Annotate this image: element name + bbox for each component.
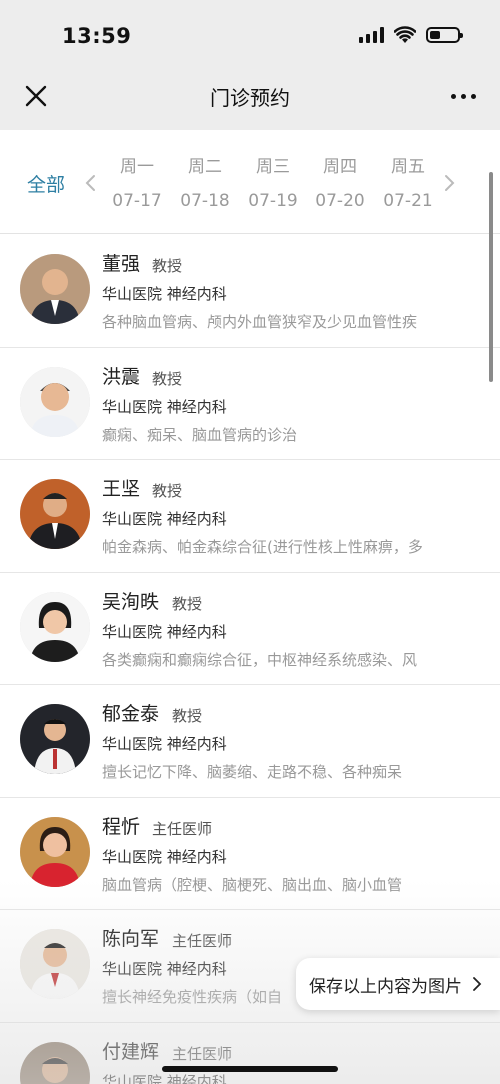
top-bar: 13:59 门诊预约 [0,0,500,130]
battery-icon [426,27,463,43]
cellular-signal-icon [359,27,384,43]
day-tab-2[interactable]: 周三 07-19 [237,152,309,211]
doctor-title: 主任医师 [172,932,233,950]
doctor-avatar [20,591,90,662]
home-indicator[interactable] [162,1066,338,1072]
doctor-row[interactable]: 付建辉 主任医师 华山医院 神经内科 [0,1023,500,1084]
doctor-hospital: 华山医院 神经内科 [102,397,227,416]
doctor-name: 程忻 [102,815,141,838]
doctor-hospital: 华山医院 神经内科 [102,735,227,753]
doctor-row[interactable]: 郁金泰 教授 华山医院 神经内科 擅长记忆下降、脑萎缩、走路不稳、各种痴呆 [0,685,500,798]
doctor-row[interactable]: 洪震 教授 华山医院 神经内科 癫痫、痴呆、脑血管病的诊治 [0,348,500,460]
doctor-hospital: 华山医院 神经内科 [102,510,227,528]
doctor-name: 付建辉 [102,1040,160,1063]
doctor-hospital: 华山医院 神经内科 [102,847,227,866]
doctor-row[interactable]: 吴洵昳 教授 华山医院 神经内科 各类癫痫和癫痫综合征，中枢神经系统感染、风 [0,573,500,685]
doctor-hospital: 华山医院 神经内科 [102,960,227,978]
doctor-row[interactable]: 王坚 教授 华山医院 神经内科 帕金森病、帕金森综合征(进行性核上性麻痹，多 [0,460,500,573]
doctor-specialty: 癫痫、痴呆、脑血管病的诊治 [102,425,298,444]
doctor-row[interactable]: 程忻 主任医师 华山医院 神经内科 脑血管病（腔梗、脑梗死、脑出血、脑小血管 [0,798,500,910]
save-as-image-label: 保存以上内容为图片 [309,976,462,997]
day-tab-3[interactable]: 周四 07-20 [304,152,376,211]
doctor-avatar [20,704,90,774]
doctor-title: 教授 [152,257,183,275]
chevron-right-icon [473,977,482,991]
scrollbar[interactable] [489,172,493,382]
doctor-name: 洪震 [102,365,141,388]
doctor-list: 董强 教授 华山医院 神经内科 各种脑血管病、颅内外血管狭窄及少见血管性疾 洪震… [0,235,500,1084]
day-tab-4[interactable]: 周五 07-21 [372,152,444,211]
date-all-tab[interactable]: 全部 [27,170,65,197]
more-options-icon[interactable] [451,94,476,99]
date-filter-bar: 全部 周一 07-17 周二 07-18 周三 07-19 周四 07-20 周… [0,130,500,234]
doctor-avatar [20,1041,90,1084]
doctor-title: 主任医师 [152,819,213,838]
doctor-title: 教授 [152,482,183,500]
doctor-title: 主任医师 [172,1044,233,1063]
doctor-title: 教授 [152,369,183,388]
chevron-left-icon[interactable] [84,174,98,192]
doctor-avatar [20,479,90,549]
doctor-name: 王坚 [102,478,141,500]
status-time: 13:59 [62,24,132,48]
doctor-title: 教授 [172,594,203,613]
doctor-avatar [20,929,90,999]
doctor-avatar [20,254,90,324]
doctor-avatar [20,366,90,437]
doctor-title: 教授 [172,707,203,725]
wifi-icon [394,26,416,43]
page-title: 门诊预约 [210,86,290,110]
save-as-image-button[interactable]: 保存以上内容为图片 [296,958,500,1010]
doctor-specialty: 各种脑血管病、颅内外血管狭窄及少见血管性疾 [102,313,418,331]
doctor-row[interactable]: 董强 教授 华山医院 神经内科 各种脑血管病、颅内外血管狭窄及少见血管性疾 [0,235,500,348]
doctor-hospital: 华山医院 神经内科 [102,285,227,303]
doctor-name: 陈向军 [102,928,160,950]
day-tab-0[interactable]: 周一 07-17 [101,152,173,211]
day-tab-1[interactable]: 周二 07-18 [169,152,241,211]
chevron-right-icon[interactable] [442,174,456,192]
doctor-specialty: 帕金森病、帕金森综合征(进行性核上性麻痹，多 [102,538,423,556]
doctor-avatar [20,816,90,887]
doctor-name: 吴洵昳 [102,590,160,613]
doctor-specialty: 各类癫痫和癫痫综合征，中枢神经系统感染、风 [102,650,418,669]
doctor-hospital: 华山医院 神经内科 [102,1072,227,1084]
doctor-specialty: 擅长记忆下降、脑萎缩、走路不稳、各种痴呆 [102,763,403,781]
status-icons [359,26,463,44]
doctor-name: 郁金泰 [102,703,160,725]
doctor-hospital: 华山医院 神经内科 [102,622,227,641]
doctor-specialty: 脑血管病（腔梗、脑梗死、脑出血、脑小血管 [102,875,403,894]
doctor-name: 董强 [102,253,141,275]
